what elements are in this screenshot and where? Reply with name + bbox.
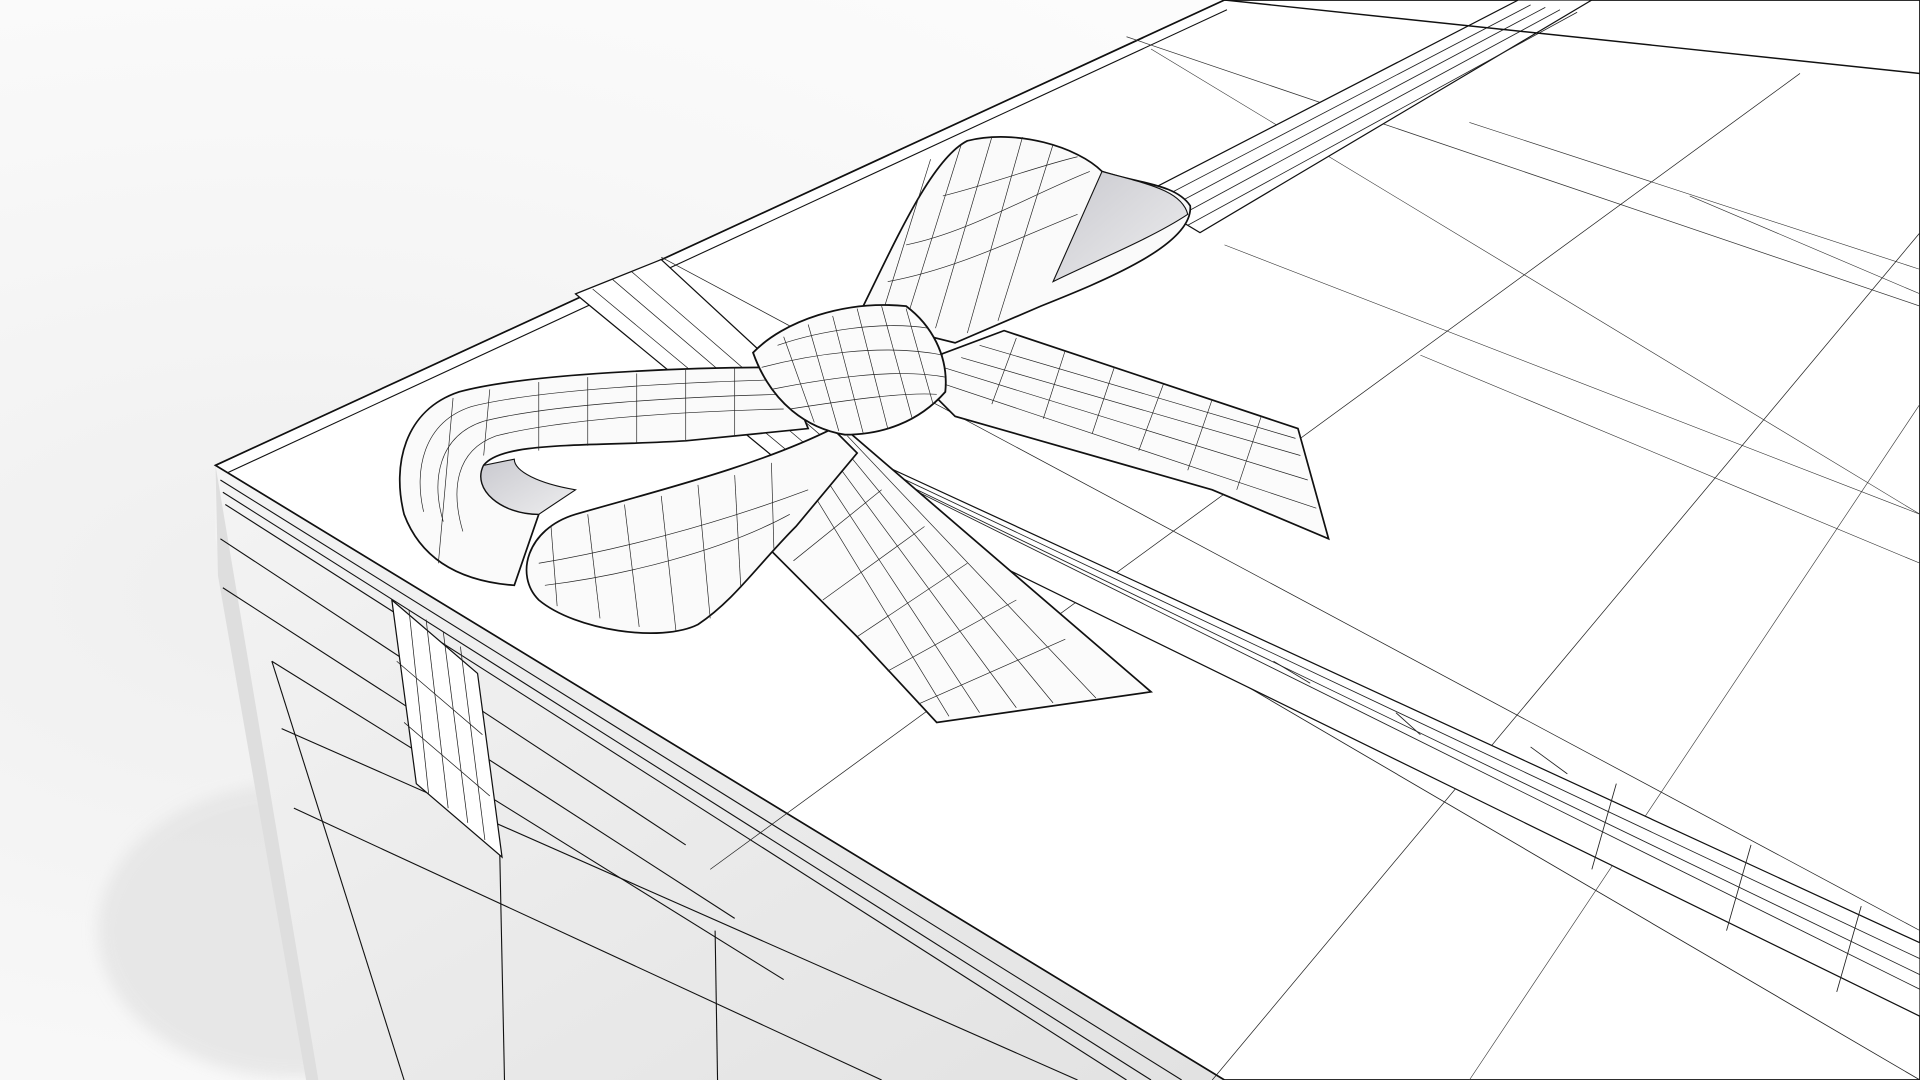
gift-box-wireframe-render bbox=[0, 0, 1920, 1080]
render-viewport bbox=[0, 0, 1920, 1080]
